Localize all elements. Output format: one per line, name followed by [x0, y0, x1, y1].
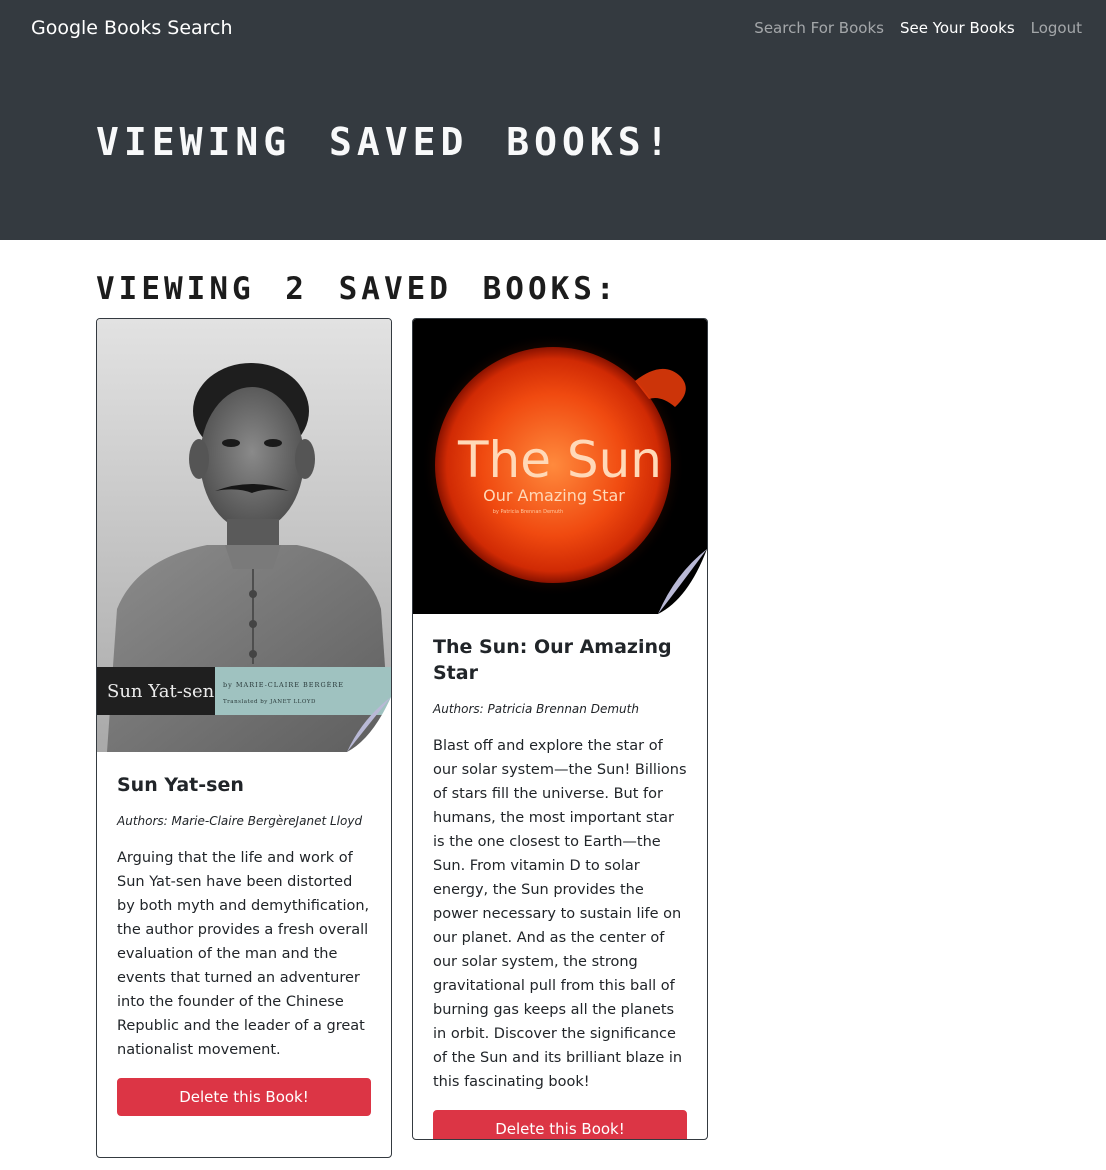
- card-body: Sun Yat-sen Authors: Marie-Claire Bergèr…: [97, 752, 391, 1116]
- saved-books-heading: Viewing 2 saved books:: [96, 271, 619, 307]
- book-title: Sun Yat-sen: [117, 774, 244, 796]
- nav-link-search-for-books[interactable]: Search For Books: [754, 19, 884, 37]
- cover-title-text: The Sun: [457, 431, 662, 489]
- nav-link-logout[interactable]: Logout: [1031, 19, 1082, 37]
- nav-link-see-your-books[interactable]: See Your Books: [900, 19, 1015, 37]
- book-card: Sun Yat-sen by MARIE-CLAIRE BERGÈRE Tran…: [96, 318, 392, 1158]
- book-cover-image: The Sun Our Amazing Star by Patricia Bre…: [413, 319, 707, 614]
- book-title: The Sun: Our Amazing Star: [433, 636, 672, 684]
- book-description: Arguing that the life and work of Sun Ya…: [117, 850, 370, 1058]
- nav-links: Search For Books See Your Books Logout: [738, 19, 1082, 37]
- cover-subtitle-text: Our Amazing Star: [483, 486, 625, 505]
- cover-author-text: by Patricia Brennan Demuth: [493, 509, 563, 515]
- cover-author-text: by MARIE-CLAIRE BERGÈRE: [223, 680, 344, 689]
- cover-title-text: Sun Yat-sen: [107, 681, 215, 702]
- cover-translator-text: Translated by JANET LLOYD: [223, 699, 316, 705]
- delete-book-button[interactable]: Delete this Book!: [117, 1078, 371, 1116]
- book-description: Blast off and explore the star of our so…: [433, 738, 687, 1090]
- jumbotron: Viewing saved books!: [0, 56, 1106, 240]
- book-card: The Sun Our Amazing Star by Patricia Bre…: [412, 318, 708, 1140]
- card-body: The Sun: Our Amazing Star Authors: Patri…: [413, 614, 707, 1139]
- book-authors: Authors: Patricia Brennan Demuth: [433, 702, 639, 716]
- page-title: Viewing saved books!: [96, 120, 674, 164]
- brand-link[interactable]: Google Books Search: [31, 17, 233, 39]
- navbar: Google Books Search Search For Books See…: [0, 0, 1106, 56]
- delete-book-button[interactable]: Delete this Book!: [433, 1110, 687, 1139]
- book-authors: Authors: Marie-Claire BergèreJanet Lloyd: [117, 814, 363, 828]
- book-cover-image: Sun Yat-sen by MARIE-CLAIRE BERGÈRE Tran…: [97, 319, 391, 752]
